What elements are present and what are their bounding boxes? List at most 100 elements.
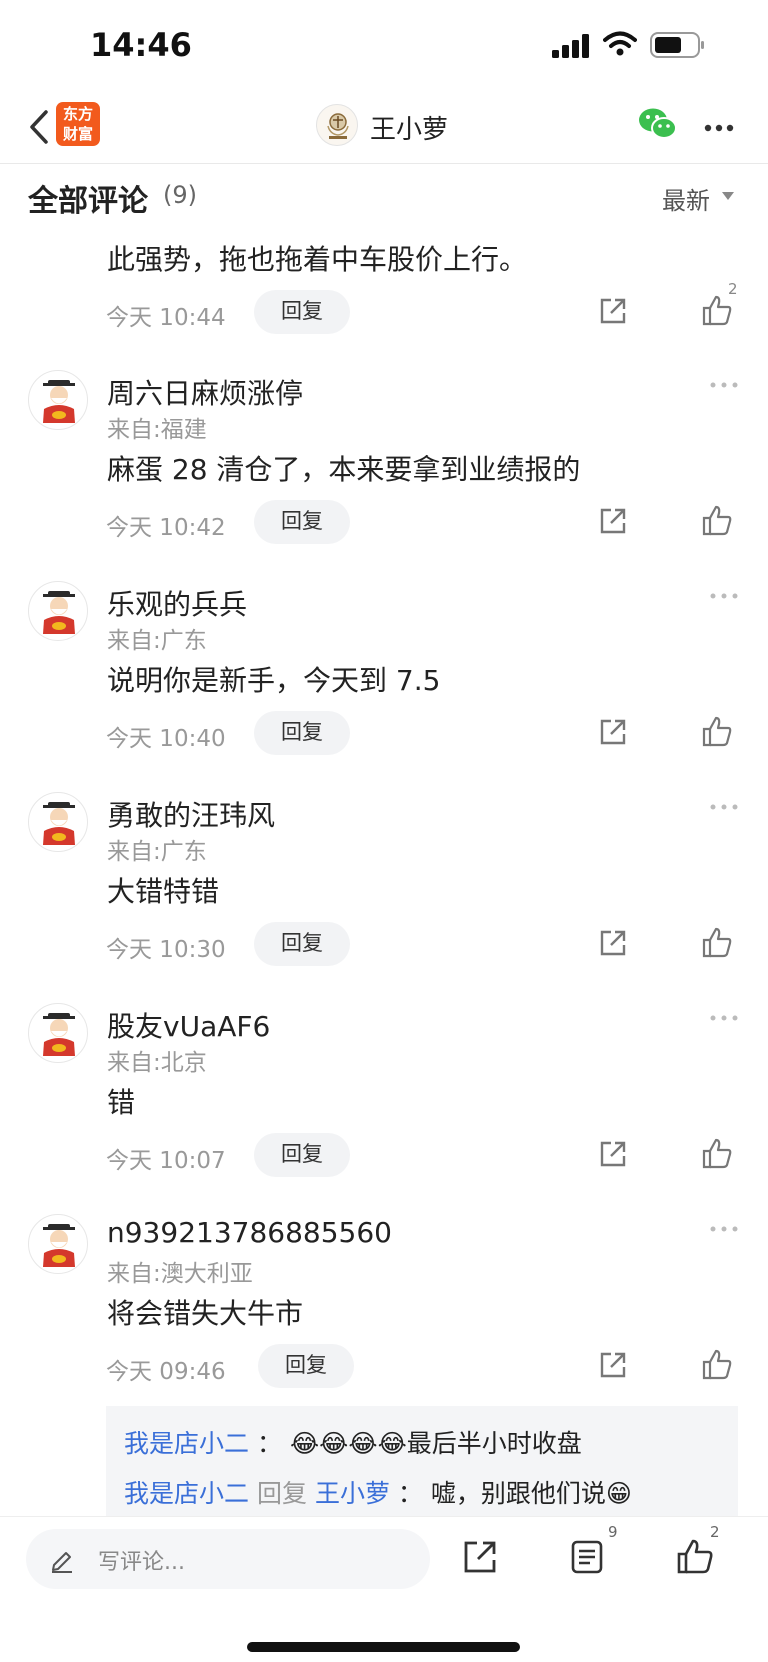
share-icon[interactable] (598, 506, 628, 536)
comment-time: 今天 10:07 (106, 1148, 226, 1174)
comment-actions: 今天 09:46 回复 (0, 1344, 768, 1388)
more-icon[interactable] (704, 124, 734, 132)
comment-more-icon[interactable] (710, 804, 738, 810)
user-avatar[interactable] (28, 1003, 88, 1063)
author-name-title[interactable]: 王小萝 (370, 109, 448, 146)
reply-line[interactable]: 我是店小二 回复 王小萝 ： 嘘，别跟他们说😁 (124, 1474, 632, 1510)
reply-button[interactable]: 回复 (258, 1344, 354, 1388)
pencil-icon (52, 1552, 72, 1573)
comment-count-badge: 9 (608, 1523, 618, 1541)
reply-text: 最后半小时收盘 (406, 1429, 582, 1458)
user-name[interactable]: 周六日麻烦涨停 (107, 372, 303, 412)
thumbs-up-icon[interactable] (702, 1137, 732, 1169)
author-avatar-emblem-icon (327, 113, 349, 139)
comments-header: 全部评论 (9) 最新 (0, 170, 768, 222)
replies-box: 我是店小二 ： 😂😂😂😂最后半小时收盘 我是店小二 回复 王小萝 ： 嘘，别跟他… (106, 1406, 738, 1516)
caret-down-icon[interactable] (722, 192, 734, 200)
comment-actions: 今天 10:44 回复 2 (0, 280, 768, 334)
reply-separator: ： (397, 1479, 423, 1508)
reply-line[interactable]: 我是店小二 ： 😂😂😂😂最后半小时收盘 (124, 1424, 582, 1460)
user-location: 来自:福建 (107, 417, 207, 443)
share-icon[interactable] (598, 717, 628, 747)
fortune-god-avatar-icon (43, 802, 75, 845)
app-logo[interactable]: 东方 财富 (56, 102, 100, 146)
home-indicator[interactable] (247, 1642, 520, 1652)
user-avatar[interactable] (28, 792, 88, 852)
reply-button[interactable]: 回复 (254, 290, 350, 334)
comment-time: 今天 09:46 (106, 1359, 226, 1385)
battery-icon (650, 32, 704, 58)
reply-button[interactable]: 回复 (254, 922, 350, 966)
status-time: 14:46 (90, 26, 192, 64)
comment-actions: 今天 10:30 回复 (0, 922, 768, 966)
user-location: 来自:广东 (107, 628, 207, 654)
user-location: 来自:北京 (107, 1050, 207, 1076)
comments-count: (9) (163, 181, 197, 209)
reply-button[interactable]: 回复 (254, 1133, 350, 1177)
like-count: 2 (728, 280, 738, 298)
like-count-badge: 2 (710, 1523, 720, 1541)
comment-text[interactable]: 将会错失大牛市 (107, 1292, 303, 1332)
thumbs-up-icon[interactable] (676, 1537, 714, 1575)
comment-text[interactable]: 麻蛋 28 清仓了，本来要拿到业绩报的 (107, 448, 580, 488)
navigation-bar: 东方 财富 王小萝 (0, 92, 768, 164)
comment-actions: 今天 10:40 回复 (0, 711, 768, 755)
wechat-icon[interactable] (638, 106, 678, 142)
fortune-god-avatar-icon (43, 1224, 75, 1267)
write-comment-input[interactable]: 写评论... (26, 1529, 430, 1589)
comment-more-icon[interactable] (710, 1226, 738, 1232)
comment-time: 今天 10:44 (106, 305, 226, 331)
user-avatar[interactable] (28, 581, 88, 641)
fortune-god-avatar-icon (43, 1013, 75, 1056)
comment-time: 今天 10:30 (106, 937, 226, 963)
comment-actions: 今天 10:42 回复 (0, 500, 768, 544)
status-bar: 14:46 (0, 0, 768, 92)
sort-dropdown[interactable]: 最新 (662, 181, 710, 216)
bottom-action-bar: 写评论... 9 2 (0, 1516, 768, 1662)
comments-title: 全部评论 (28, 184, 148, 219)
user-avatar[interactable] (28, 1214, 88, 1274)
fortune-god-avatar-icon (43, 591, 75, 634)
comment-actions: 今天 10:07 回复 (0, 1133, 768, 1177)
share-icon[interactable] (598, 1350, 628, 1380)
user-location: 来自:澳大利亚 (107, 1261, 253, 1287)
fortune-god-avatar-icon (43, 380, 75, 423)
reply-user[interactable]: 我是店小二 (124, 1479, 249, 1508)
user-name[interactable]: 乐观的兵兵 (107, 583, 247, 623)
share-icon[interactable] (598, 928, 628, 958)
comment-time: 今天 10:40 (106, 726, 226, 752)
reply-verb: 回复 (256, 1479, 307, 1508)
comment-time: 今天 10:42 (106, 515, 226, 541)
thumbs-up-icon[interactable] (702, 715, 732, 747)
thumbs-up-icon[interactable] (702, 294, 732, 326)
author-avatar[interactable] (316, 104, 358, 146)
thumbs-up-icon[interactable] (702, 1348, 732, 1380)
comment-more-icon[interactable] (710, 593, 738, 599)
reply-target-user[interactable]: 王小萝 (315, 1479, 390, 1508)
user-name[interactable]: n939213786885560 (107, 1216, 392, 1249)
reply-text: 嘘，别跟他们说😁 (430, 1479, 632, 1508)
comment-list-icon[interactable] (570, 1539, 604, 1575)
comment-text[interactable]: 错 (107, 1081, 135, 1121)
wifi-icon (603, 31, 637, 56)
user-name[interactable]: 股友vUaAF6 (107, 1005, 270, 1045)
user-name[interactable]: 勇敢的汪玮风 (107, 794, 275, 834)
reply-button[interactable]: 回复 (254, 500, 350, 544)
write-comment-placeholder: 写评论... (98, 1550, 185, 1575)
comment-text: 此强势，拖也拖着中车股价上行。 (107, 243, 528, 276)
comment-more-icon[interactable] (710, 382, 738, 388)
thumbs-up-icon[interactable] (702, 926, 732, 958)
reply-emoji: 😂😂😂😂 (289, 1429, 407, 1458)
thumbs-up-icon[interactable] (702, 504, 732, 536)
comment-text[interactable]: 大错特错 (107, 870, 219, 910)
reply-separator: ： (256, 1429, 282, 1458)
user-avatar[interactable] (28, 370, 88, 430)
reply-button[interactable]: 回复 (254, 711, 350, 755)
share-icon[interactable] (462, 1539, 498, 1575)
share-icon[interactable] (598, 296, 628, 326)
comment-text[interactable]: 说明你是新手，今天到 7.5 (107, 659, 440, 699)
user-location: 来自:广东 (107, 839, 207, 865)
share-icon[interactable] (598, 1139, 628, 1169)
reply-user[interactable]: 我是店小二 (124, 1429, 249, 1458)
comment-more-icon[interactable] (710, 1015, 738, 1021)
